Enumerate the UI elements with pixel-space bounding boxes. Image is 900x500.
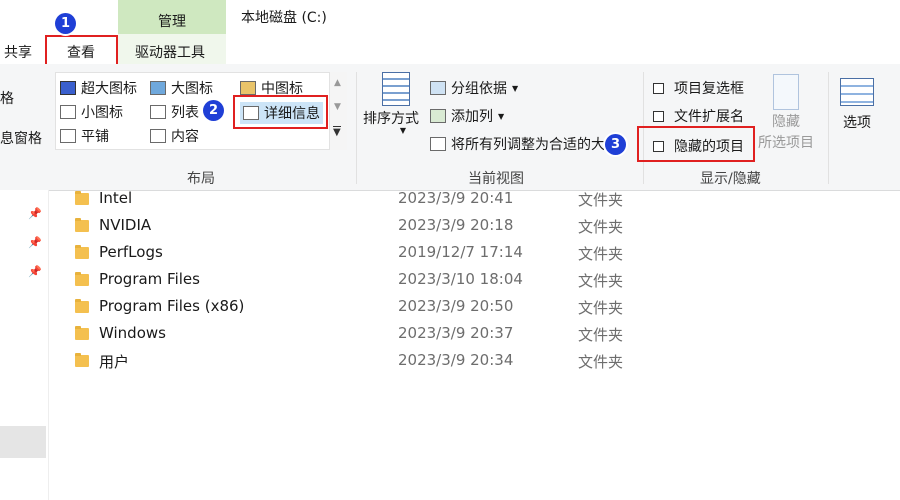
table-row[interactable]: Program Files (x86) 2023/3/9 20:50 文件夹 <box>75 295 775 322</box>
fit-columns-button[interactable]: 将所有列调整为合适的大小 <box>430 134 632 154</box>
file-date: 2019/12/7 17:14 <box>398 243 523 261</box>
small-icons-icon <box>60 105 76 119</box>
large-icons-icon <box>150 81 166 95</box>
pin-icon[interactable]: 📌 <box>28 207 42 220</box>
file-date: 2023/3/9 20:50 <box>398 297 514 315</box>
table-row[interactable]: 用户 2023/3/9 20:34 文件夹 <box>75 349 775 376</box>
medium-icons-icon <box>240 81 256 95</box>
file-type: 文件夹 <box>578 326 624 344</box>
layout-gallery-scroll[interactable]: ▲ ▼ ▼ <box>329 72 347 150</box>
file-extensions-toggle[interactable]: 文件扩展名 <box>653 106 744 126</box>
folder-icon <box>75 272 89 286</box>
add-column-button[interactable]: 添加列 ▼ <box>430 106 504 126</box>
view-content[interactable]: 内容 <box>150 126 199 146</box>
ribbon-view-panel: 格 息窗格 ▲ ▼ ▼ 超大图标 大图标 中图标 小图标 列表 详细信息 2 平… <box>0 64 900 191</box>
navigation-pane: 📌 📌 📌 <box>0 190 49 500</box>
file-date: 2023/3/10 18:04 <box>398 270 523 288</box>
file-name: Program Files (x86) <box>99 297 245 315</box>
file-name: 用户 <box>99 353 130 371</box>
file-date: 2023/3/9 20:34 <box>398 351 514 369</box>
view-list[interactable]: 列表 <box>150 102 199 122</box>
options-button[interactable]: 选项 <box>840 78 874 132</box>
file-name: NVIDIA <box>99 216 152 234</box>
folder-icon <box>75 326 89 340</box>
file-date: 2023/3/9 20:41 <box>398 189 514 207</box>
table-row[interactable]: Program Files 2023/3/10 18:04 文件夹 <box>75 268 775 295</box>
ribbon-tab-strip: 共享 查看 1 管理 驱动器工具 本地磁盘 (C:) <box>0 0 900 68</box>
file-name: Intel <box>99 189 133 207</box>
item-checkboxes-checkbox[interactable] <box>653 82 664 94</box>
folder-icon <box>75 218 89 232</box>
file-name: Windows <box>99 324 166 342</box>
content-icon <box>150 129 166 143</box>
nav-selected-item[interactable] <box>0 426 46 458</box>
tiles-icon <box>60 129 76 143</box>
table-row[interactable]: PerfLogs 2019/12/7 17:14 文件夹 <box>75 241 775 268</box>
group-by-button[interactable]: 分组依据 ▼ <box>430 78 518 98</box>
group-divider <box>828 72 829 184</box>
options-icon <box>840 78 874 106</box>
folder-icon <box>75 353 89 367</box>
extra-large-icons-icon <box>60 81 76 95</box>
hide-selected-items-button[interactable]: 隐藏 所选项目 <box>758 74 814 152</box>
file-extensions-checkbox[interactable] <box>653 110 664 122</box>
group-by-icon <box>430 81 446 95</box>
file-name: PerfLogs <box>99 243 163 261</box>
group-divider <box>356 72 357 184</box>
tab-share[interactable]: 共享 <box>4 42 32 62</box>
pin-icon[interactable]: 📌 <box>28 265 42 278</box>
view-extra-large-icons[interactable]: 超大图标 <box>60 78 137 98</box>
file-type: 文件夹 <box>578 299 624 317</box>
view-small-icons[interactable]: 小图标 <box>60 102 123 122</box>
table-row[interactable]: Intel 2023/3/9 20:41 文件夹 <box>75 187 775 214</box>
step-badge-1: 1 <box>55 13 76 34</box>
file-type: 文件夹 <box>578 245 624 263</box>
tab-manage[interactable]: 管理 <box>158 11 186 31</box>
chevron-down-icon: ▼ <box>498 111 505 121</box>
highlight-hidden-items <box>637 126 755 162</box>
file-name: Program Files <box>99 270 200 288</box>
file-date: 2023/3/9 20:18 <box>398 216 514 234</box>
folder-icon <box>75 299 89 313</box>
hide-selected-icon <box>773 74 799 110</box>
table-row[interactable]: NVIDIA 2023/3/9 20:18 文件夹 <box>75 214 775 241</box>
folder-icon <box>75 245 89 259</box>
tab-drive-tools[interactable]: 驱动器工具 <box>135 42 205 62</box>
highlight-details <box>233 95 328 129</box>
navigation-pane-label[interactable]: 格 <box>0 88 14 108</box>
step-badge-3: 3 <box>605 134 626 155</box>
current-view-group-label: 当前视图 <box>468 171 524 187</box>
folder-icon <box>75 191 89 205</box>
file-date: 2023/3/9 20:37 <box>398 324 514 342</box>
view-large-icons[interactable]: 大图标 <box>150 78 213 98</box>
file-type: 文件夹 <box>578 353 624 371</box>
pin-icon[interactable]: 📌 <box>28 236 42 249</box>
add-column-icon <box>430 109 446 123</box>
file-type: 文件夹 <box>578 218 624 236</box>
file-type: 文件夹 <box>578 272 624 290</box>
item-checkboxes-toggle[interactable]: 项目复选框 <box>653 78 744 98</box>
fit-columns-icon <box>430 137 446 151</box>
window-title: 本地磁盘 (C:) <box>241 10 327 26</box>
chevron-down-icon: ▼ <box>512 83 519 93</box>
file-type: 文件夹 <box>578 191 624 209</box>
list-icon <box>150 105 166 119</box>
details-pane-label[interactable]: 息窗格 <box>0 128 42 148</box>
show-hide-group-label: 显示/隐藏 <box>700 171 761 187</box>
chevron-down-icon: ▼ <box>399 126 407 135</box>
sort-by-button[interactable]: 排序方式 ▼ <box>363 72 419 135</box>
layout-group-label: 布局 <box>187 171 215 187</box>
view-tiles[interactable]: 平铺 <box>60 126 109 146</box>
table-row[interactable]: Windows 2023/3/9 20:37 文件夹 <box>75 322 775 349</box>
step-badge-2: 2 <box>203 100 224 121</box>
sort-by-icon <box>382 72 410 106</box>
